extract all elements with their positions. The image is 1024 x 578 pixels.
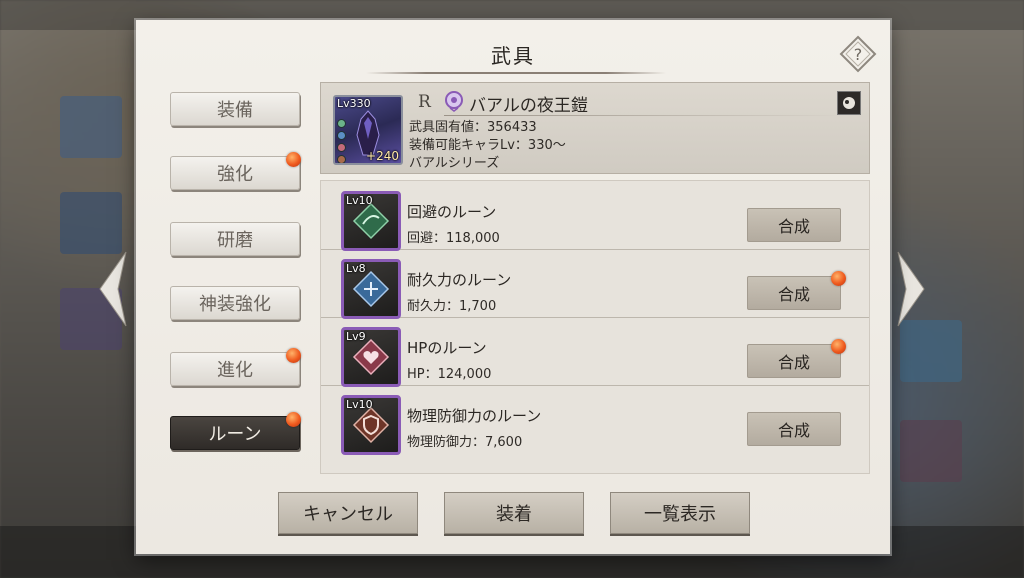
rune-name: 耐久力のルーン [407,271,512,289]
help-icon[interactable]: ? [838,34,878,74]
rune-icon-evasion[interactable]: Lv10 [341,191,401,251]
notification-badge [286,412,301,427]
next-arrow-icon[interactable] [896,250,926,328]
prev-arrow-icon[interactable] [98,250,128,328]
background-card [900,420,962,482]
tab-label: 研磨 [217,230,253,251]
notification-badge [831,339,846,354]
list-item: Lv10 物理防御力のルーン 物理防御力：7,600 合成 [321,385,869,455]
synthesize-button[interactable]: 合成 [747,412,841,446]
rune-stat: 物理防御力：7,600 [407,435,523,450]
rune-icon-endurance[interactable]: Lv8 [341,259,401,319]
tab-label: ルーン [208,424,262,445]
notification-badge [831,271,846,286]
equipment-dialog: 武具 ? 装備 強化 研磨 神装強化 進化 ルーン Lv330 +240 R バ… [136,20,890,554]
background-card [900,320,962,382]
background-card [60,96,122,158]
title-divider [366,72,666,74]
list-item: Lv9 HPのルーン HP：124,000 合成 [321,317,869,387]
equipment-plus: +240 [366,149,399,163]
rarity-label: R [418,92,431,112]
tab-label: 神装強化 [199,294,271,315]
equipment-level: Lv330 [337,97,371,110]
equipment-name: バアルの夜王鎧 [469,96,588,116]
tab-label: 装備 [217,100,253,121]
rune-stat: 耐久力：1,700 [407,299,497,314]
rune-name: 物理防御力のルーン [407,407,542,425]
tab-rune[interactable]: ルーン [170,416,300,450]
list-item: Lv10 回避のルーン 回避：118,000 合成 [321,181,869,251]
evasion-rune-icon [352,202,390,240]
equipment-stat: バアルシリーズ [409,156,500,171]
tab-divine-enhance[interactable]: 神装強化 [170,286,300,320]
equip-button[interactable]: 装着 [444,492,584,534]
notification-badge [286,152,301,167]
gem-slots [337,119,346,163]
equipment-stat: 武具固有値：356433 [409,120,537,135]
rune-icon-hp[interactable]: Lv9 [341,327,401,387]
rune-level: Lv9 [346,330,366,343]
lock-icon[interactable] [837,91,861,115]
rune-level: Lv8 [346,262,366,275]
rune-stat: HP：124,000 [407,367,492,382]
background-card [60,192,122,254]
equipment-stat: 装備可能キャラLv：330〜 [409,138,566,153]
tab-enhance[interactable]: 強化 [170,156,300,190]
svg-text:?: ? [854,45,863,64]
endurance-rune-icon [352,270,390,308]
tab-equip[interactable]: 装備 [170,92,300,126]
tab-evolve[interactable]: 進化 [170,352,300,386]
tab-label: 強化 [217,164,253,185]
element-icon [445,91,463,112]
rune-list: Lv10 回避のルーン 回避：118,000 合成 Lv8 耐久力のルーン 耐久… [320,180,870,474]
rune-level: Lv10 [346,398,373,411]
tab-polish[interactable]: 研磨 [170,222,300,256]
equipment-card: Lv330 +240 R バアルの夜王鎧 武具固有値：356433 装備可能キャ… [320,82,870,174]
heart-rune-icon [352,338,390,376]
synthesize-button[interactable]: 合成 [747,344,841,378]
rune-name: 回避のルーン [407,203,497,221]
dialog-title: 武具 [491,44,535,68]
rune-stat: 回避：118,000 [407,231,500,246]
list-view-button[interactable]: 一覧表示 [610,492,750,534]
list-item: Lv8 耐久力のルーン 耐久力：1,700 合成 [321,249,869,319]
cancel-button[interactable]: キャンセル [278,492,418,534]
synthesize-button[interactable]: 合成 [747,208,841,242]
synthesize-button[interactable]: 合成 [747,276,841,310]
rune-icon-physical-defense[interactable]: Lv10 [341,395,401,455]
rune-level: Lv10 [346,194,373,207]
shield-rune-icon [352,406,390,444]
notification-badge [286,348,301,363]
rune-name: HPのルーン [407,339,487,357]
equipment-thumbnail[interactable]: Lv330 +240 [333,95,403,165]
tab-label: 進化 [217,360,253,381]
